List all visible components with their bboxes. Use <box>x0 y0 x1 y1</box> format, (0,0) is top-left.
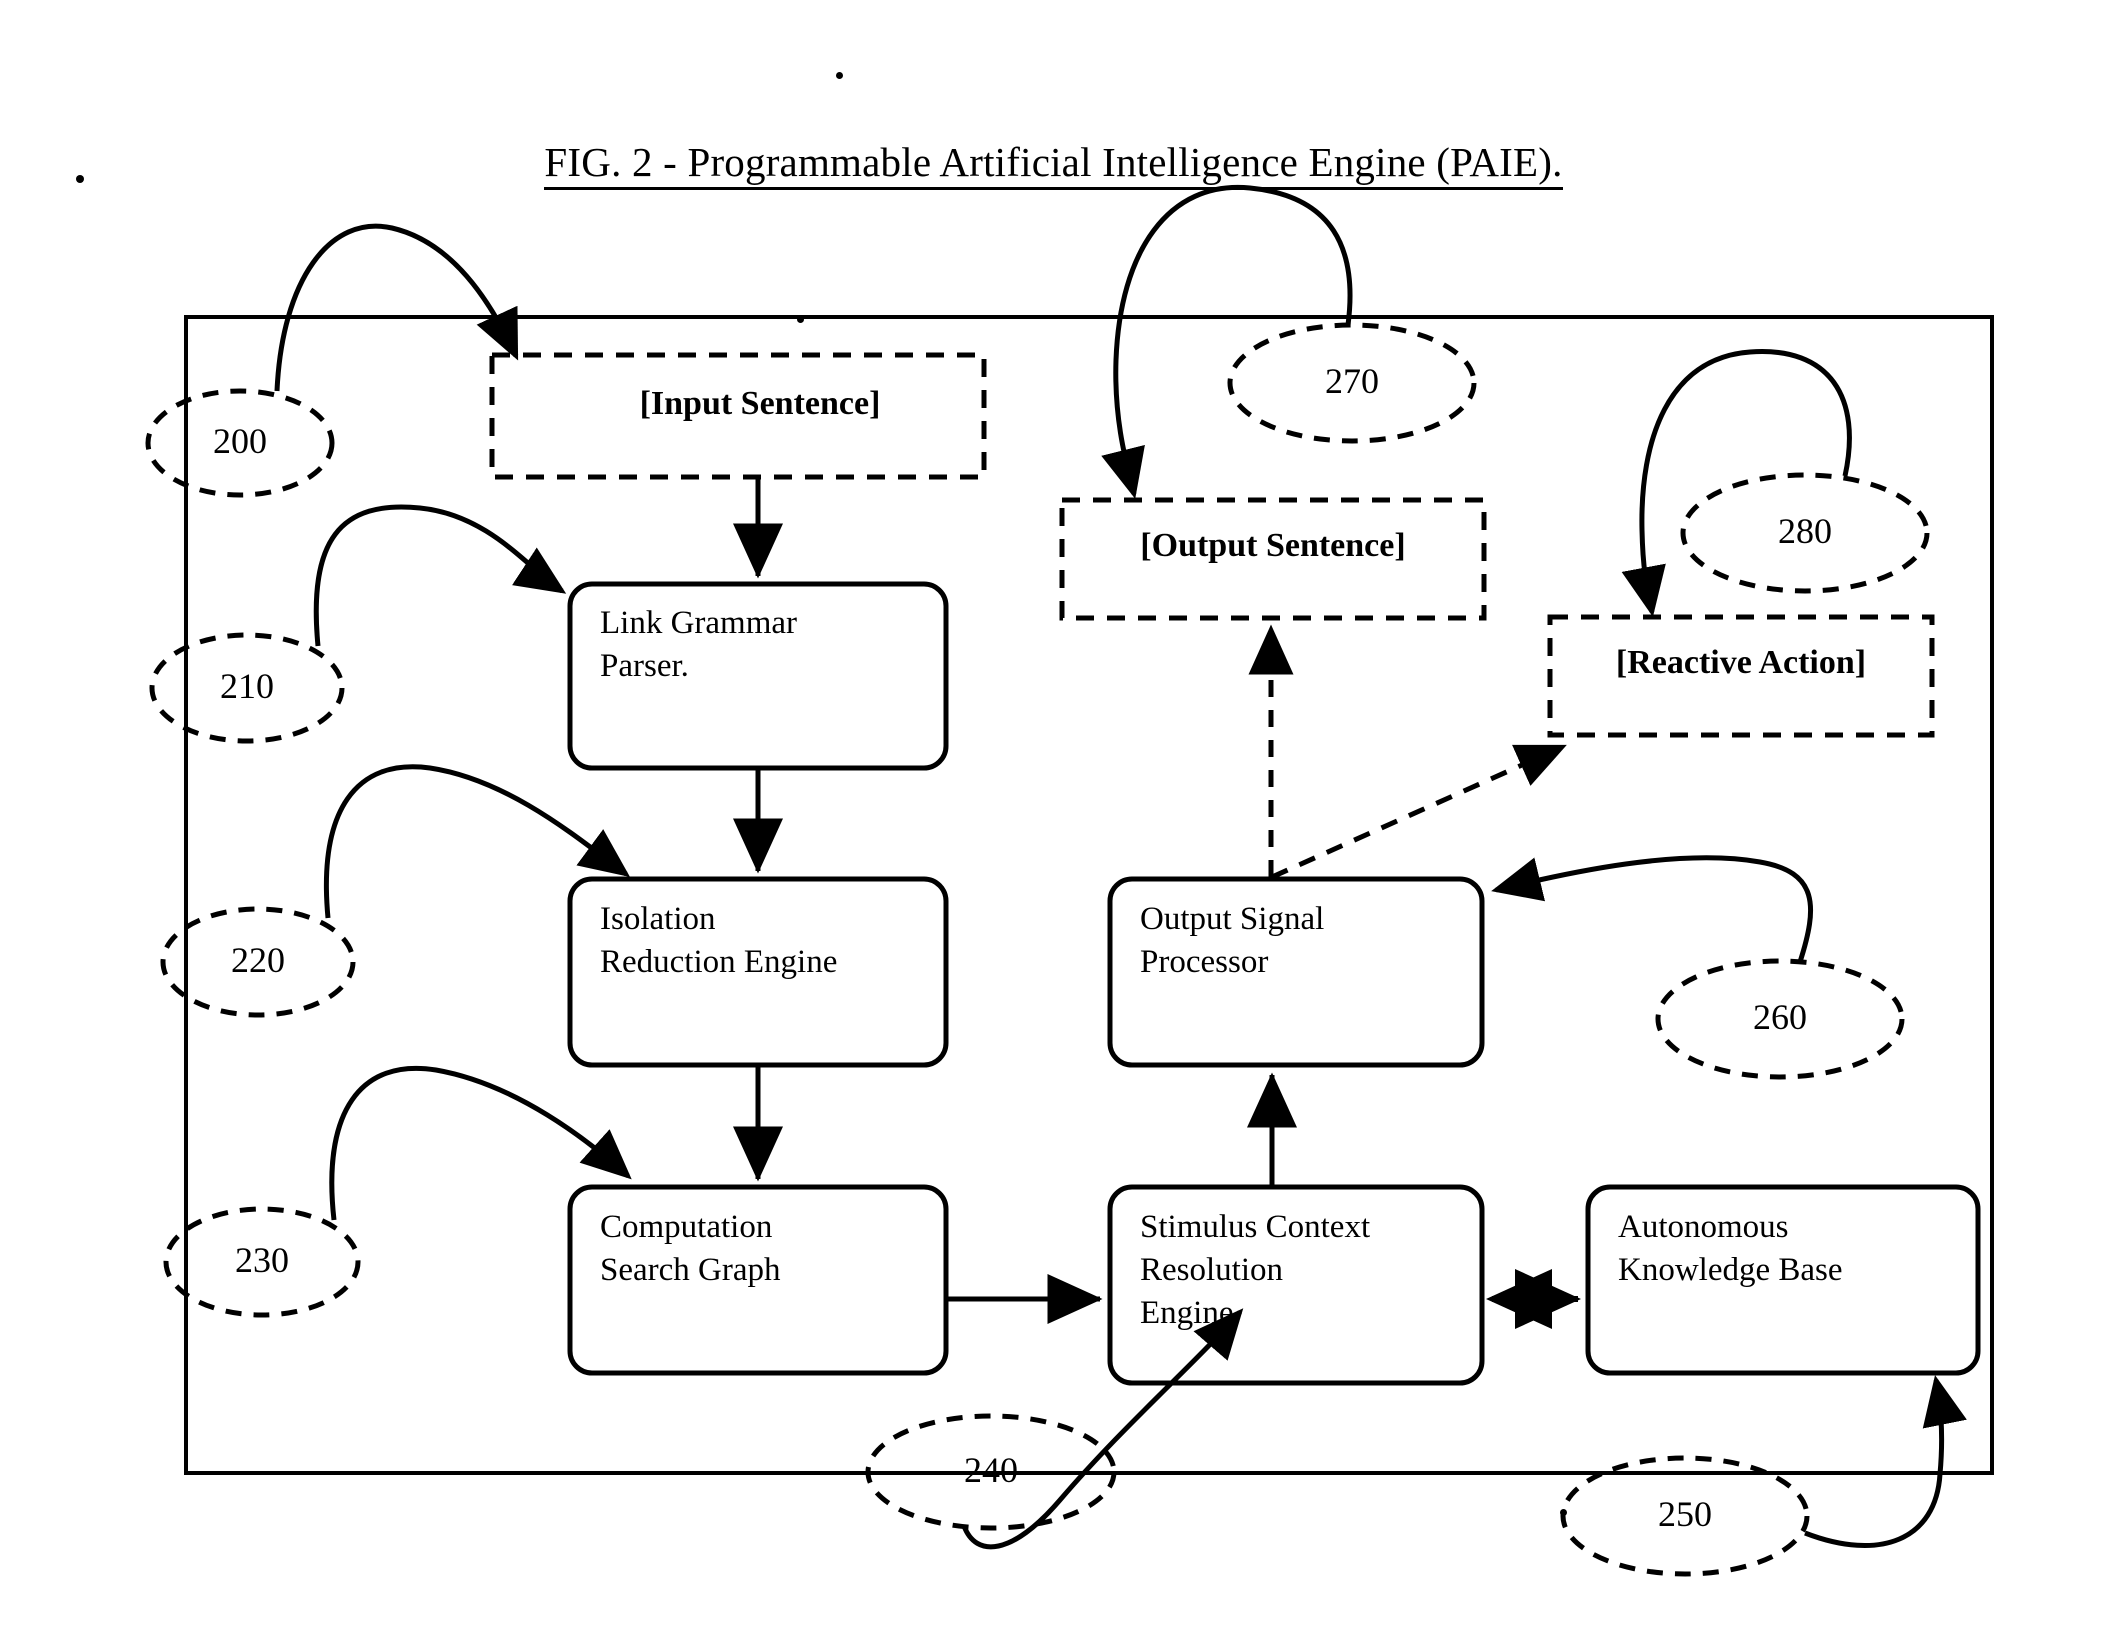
node-label-output-signal: Output Signal Processor <box>1140 901 1325 980</box>
callout-number-270: 270 <box>1325 361 1379 401</box>
leader-260 <box>1491 855 1814 963</box>
callout-number-210: 210 <box>220 666 274 706</box>
node-label-reactive-action: [Reactive Action] <box>1615 644 1867 681</box>
node-label-input-sentence: [Input Sentence] <box>639 385 881 422</box>
node-label-output-sentence: [Output Sentence] <box>1140 527 1406 564</box>
callout-number-200: 200 <box>213 421 267 461</box>
callout-number-280: 280 <box>1778 511 1832 551</box>
diagram-canvas <box>145 184 1994 1577</box>
node-label-isolation: Isolation Reduction Engine <box>600 901 838 980</box>
leader-250 <box>1804 1375 1967 1548</box>
node-label-link-grammar: Link Grammar Parser. <box>600 605 798 684</box>
callout-number-240: 240 <box>964 1450 1018 1490</box>
node-label-knowledge-base: Autonomous Knowledge Base <box>1618 1209 1843 1288</box>
leader-200 <box>274 223 519 392</box>
callout-number-250: 250 <box>1658 1494 1712 1534</box>
leader-210 <box>313 504 567 647</box>
leader-270 <box>1101 184 1353 499</box>
node-label-stimulus: Stimulus Context Resolution Engine <box>1140 1209 1371 1331</box>
callout-number-220: 220 <box>231 940 285 980</box>
callout-number-260: 260 <box>1753 997 1807 1037</box>
node-label-computation: Computation Search Graph <box>600 1209 781 1288</box>
callout-number-230: 230 <box>235 1240 289 1280</box>
figure-container: FIG. 2 - Programmable Artificial Intelli… <box>0 0 2107 1640</box>
connector-output-signal-to-reactive-action <box>1270 744 1567 880</box>
